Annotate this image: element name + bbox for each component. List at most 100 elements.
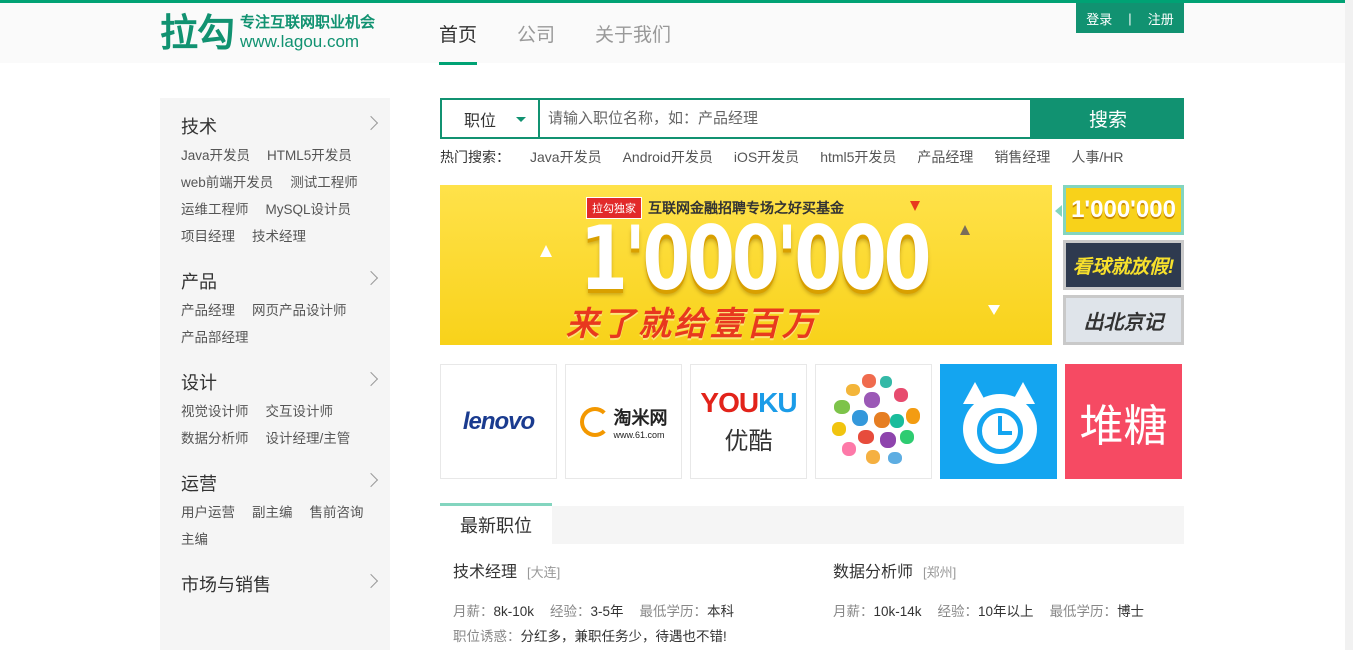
banner-big-number: 1'000'000 (580, 207, 931, 310)
youku-logo-a: YOU (700, 387, 759, 418)
category-link[interactable]: 副主编 (252, 499, 293, 526)
hot-search-term[interactable]: Java开发员 (530, 147, 602, 167)
nav-about[interactable]: 关于我们 (595, 6, 671, 65)
hot-search-term[interactable]: 产品经理 (917, 147, 973, 167)
banner-thumb-active[interactable]: 1'000'000 (1055, 185, 1184, 235)
logo-text: 拉勾 (160, 11, 235, 55)
category-design: 设计 视觉设计师 交互设计师数据分析师 设计经理/主管 (181, 368, 390, 452)
duitang-logo: 堆糖 (1079, 400, 1168, 452)
login-link[interactable]: 登录 (1078, 9, 1120, 28)
job-card[interactable]: 技术经理 [大连] 月薪：8k-10k 经验：3-5年 最低学历：本科 职位诱惑：分红… (453, 562, 793, 649)
promo-banner[interactable]: 拉勾独家 互联网金融招聘专场之好买基金 1'000'000 来了就给壹百万 (440, 185, 1052, 345)
tab-latest-jobs[interactable]: 最新职位 (440, 503, 552, 544)
exp-label: 经验： (550, 604, 591, 619)
main-nav: 首页 公司 关于我们 (439, 6, 711, 65)
colorful-blobs-icon (824, 372, 924, 472)
search-button[interactable]: 搜索 (1032, 98, 1184, 139)
banner-subtitle: 来了就给壹百万 (566, 305, 818, 342)
category-link[interactable]: 主编 (181, 526, 208, 553)
category-link[interactable]: 网页产品设计师 (252, 297, 347, 324)
company-logos: lenovo 淘米网 www.61.com YOUKU 优酷 堆糖 (440, 364, 1182, 479)
decor-triangle (540, 245, 552, 257)
category-link[interactable]: HTML5开发员 (267, 142, 352, 169)
category-title[interactable]: 市场与销售 (181, 570, 390, 600)
search-bar: 职位 搜索 (440, 98, 1184, 139)
latest-jobs-tabs: 最新职位 (440, 503, 1184, 544)
edu-label: 最低学历： (639, 604, 708, 619)
category-link[interactable]: Java开发员 (181, 142, 250, 169)
category-title[interactable]: 技术 (181, 112, 390, 142)
banner-thumbnails: 1'000'000 看球就放假! 出北京记 (1055, 185, 1184, 350)
scrollbar[interactable] (1345, 0, 1353, 650)
edu-value: 本科 (707, 604, 735, 619)
decor-triangle (960, 225, 970, 235)
category-link[interactable]: 测试工程师 (290, 169, 358, 196)
category-link[interactable]: 数据分析师 (181, 425, 249, 452)
category-link[interactable]: 产品部经理 (181, 324, 249, 351)
salary-value: 10k-14k (873, 604, 922, 619)
category-link[interactable]: 运维工程师 (181, 196, 249, 223)
search-type-value: 职位 (464, 112, 497, 130)
category-link[interactable]: 视觉设计师 (181, 398, 249, 425)
brand-taomi[interactable]: 淘米网 www.61.com (565, 364, 682, 479)
brand-lenovo[interactable]: lenovo (440, 364, 557, 479)
perk-value: 分红多，兼职任务少，待遇也不错! (520, 629, 727, 644)
lenovo-logo: lenovo (462, 407, 535, 435)
hot-search-term[interactable]: 人事/HR (1071, 147, 1123, 167)
brand-duitang[interactable]: 堆糖 (1065, 364, 1182, 479)
hot-search-label: 热门搜索： (440, 149, 510, 165)
logo[interactable]: 拉勾 专注互联网职业机会 www.lagou.com (160, 11, 375, 55)
category-product: 产品 产品经理 网页产品设计师产品部经理 (181, 267, 390, 351)
brand-youku[interactable]: YOUKU 优酷 (690, 364, 807, 479)
category-marketing: 市场与销售 (181, 570, 390, 600)
decor-triangle (988, 305, 1000, 315)
job-card[interactable]: 数据分析师 [郑州] 月薪：10k-14k 经验：10年以上 最低学历：博士 (833, 562, 1158, 624)
category-link[interactable]: 技术经理 (252, 223, 306, 250)
category-link[interactable]: web前端开发员 (181, 169, 273, 196)
job-title[interactable]: 数据分析师 (833, 564, 913, 581)
category-link[interactable]: 产品经理 (181, 297, 235, 324)
salary-value: 8k-10k (493, 604, 535, 619)
category-link[interactable]: MySQL设计员 (266, 196, 352, 223)
category-link[interactable]: 设计经理/主管 (266, 425, 351, 452)
nav-companies[interactable]: 公司 (517, 6, 555, 65)
youku-logo-b: KU (758, 387, 797, 418)
salary-label: 月薪： (833, 604, 874, 619)
search-type-select[interactable]: 职位 (440, 98, 538, 139)
banner-thumb[interactable]: 看球就放假! (1063, 240, 1184, 290)
hot-search-term[interactable]: 销售经理 (994, 147, 1050, 167)
nav-home[interactable]: 首页 (439, 6, 478, 65)
salary-label: 月薪： (453, 604, 494, 619)
job-city: [大连] (527, 565, 561, 580)
logo-slogan: 专注互联网职业机会 (240, 14, 376, 31)
taomi-url: www.61.com (613, 429, 665, 440)
category-link[interactable]: 用户运营 (181, 499, 235, 526)
category-link[interactable]: 项目经理 (181, 223, 235, 250)
job-title[interactable]: 技术经理 (453, 564, 517, 581)
job-city: [郑州] (923, 565, 957, 580)
brand-cat-clock[interactable] (940, 364, 1057, 479)
search-input[interactable] (538, 98, 1032, 139)
category-title[interactable]: 运营 (181, 469, 390, 499)
edu-value: 博士 (1117, 604, 1145, 619)
category-link[interactable]: 交互设计师 (266, 398, 334, 425)
auth-box: 登录 | 注册 (1076, 3, 1184, 33)
banner-thumb[interactable]: 出北京记 (1063, 295, 1184, 345)
perk-label: 职位诱惑： (453, 629, 521, 644)
taomi-swirl-icon (579, 406, 610, 437)
category-link[interactable]: 售前咨询 (310, 499, 364, 526)
edu-label: 最低学历： (1049, 604, 1118, 619)
category-title[interactable]: 设计 (181, 368, 390, 398)
register-link[interactable]: 注册 (1140, 9, 1182, 28)
category-title[interactable]: 产品 (181, 267, 390, 297)
hot-search-term[interactable]: iOS开发员 (734, 147, 799, 167)
youku-logo: YOUKU (700, 387, 797, 419)
hot-search-term[interactable]: Android开发员 (623, 147, 713, 167)
category-sidebar: 技术 Java开发员 HTML5开发员web前端开发员 测试工程师运维工程师 MySQ… (160, 98, 390, 650)
hot-searches: 热门搜索： Java开发员 Android开发员 iOS开发员 html5开发员… (440, 147, 1145, 167)
brand-colorful[interactable] (815, 364, 932, 479)
exp-value: 3-5年 (590, 604, 624, 619)
cat-clock-icon (955, 378, 1043, 466)
hot-search-term[interactable]: html5开发员 (820, 147, 896, 167)
category-operations: 运营 用户运营 副主编 售前咨询主编 (181, 469, 390, 553)
